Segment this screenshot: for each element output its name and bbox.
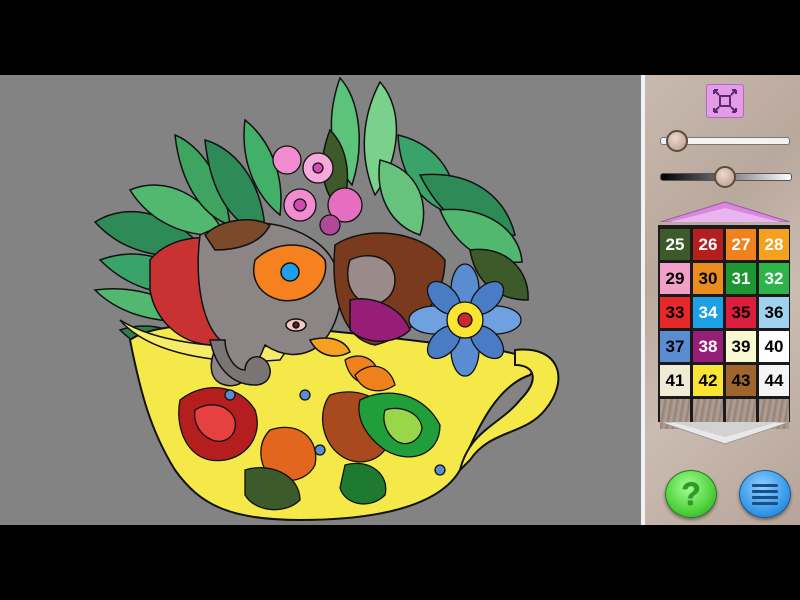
triangle-down-icon [659,421,791,445]
color-swatch-number: 30 [698,268,718,288]
color-swatch-42[interactable]: 42 [693,365,723,396]
fit-screen-icon [713,89,737,113]
color-swatch-number: 32 [764,268,784,288]
flower-center [293,198,307,212]
coloring-picture[interactable] [0,75,645,525]
elephant-headdress-jewel [280,262,300,282]
color-swatch-37[interactable]: 37 [660,331,690,362]
elephant-pupil [292,321,300,329]
color-swatch-number: 38 [698,336,718,356]
color-swatch-number: 42 [698,370,718,390]
color-swatch-34[interactable]: 34 [693,297,723,328]
flower-center [312,162,324,174]
menu-icon [752,483,778,505]
color-swatch-number: 43 [731,370,751,390]
color-swatch-number: 39 [731,336,751,356]
color-swatch-26[interactable]: 26 [693,229,723,260]
color-swatch-40[interactable]: 40 [759,331,789,362]
letterbox-top [0,0,800,75]
color-swatch-28[interactable]: 28 [759,229,789,260]
color-swatch-number: 28 [764,234,784,254]
brightness-slider-thumb[interactable] [713,166,736,188]
color-swatch-number: 25 [665,234,685,254]
color-swatch-35[interactable]: 35 [726,297,756,328]
color-swatch-29[interactable]: 29 [660,263,690,294]
color-swatch-25[interactable]: 25 [660,229,690,260]
brightness-slider[interactable] [660,166,792,188]
color-swatch-number: 34 [698,302,718,322]
color-swatch-36[interactable]: 36 [759,297,789,328]
color-palette: 25 26 27 28 29 30 31 32 33 34 35 36 37 38 39 40 41 42 43 44 [658,225,790,429]
color-swatch-41[interactable]: 41 [660,365,690,396]
color-swatch-number: 44 [764,370,784,390]
color-swatch-number: 29 [665,268,685,288]
pink-flower [272,145,302,175]
color-swatch-number: 26 [698,234,718,254]
help-button[interactable]: ? [665,470,717,518]
cup-dot [314,444,326,456]
cup-dot [299,389,311,401]
color-swatch-number: 36 [764,302,784,322]
color-swatch-number: 40 [764,336,784,356]
palette-scroll-down-button[interactable] [659,421,791,446]
color-swatch-number: 31 [731,268,751,288]
color-swatch-number: 33 [665,302,685,322]
color-swatch-43[interactable]: 43 [726,365,756,396]
color-swatch-38[interactable]: 38 [693,331,723,362]
coloring-canvas[interactable] [0,75,645,525]
triangle-up-icon [659,201,791,223]
color-swatch-44[interactable]: 44 [759,365,789,396]
menu-button[interactable] [739,470,791,518]
color-swatch-number: 27 [731,234,751,254]
fit-to-screen-button[interactable] [706,84,744,118]
color-swatch-39[interactable]: 39 [726,331,756,362]
color-swatch-number: 41 [665,370,685,390]
color-swatch-number: 37 [665,336,685,356]
palette-scroll-up-button[interactable] [659,200,791,223]
cup-dot [224,389,236,401]
pink-flower [319,214,341,236]
color-swatch-27[interactable]: 27 [726,229,756,260]
cup-dot [434,464,446,476]
zoom-slider[interactable] [660,130,790,152]
color-swatch-32[interactable]: 32 [759,263,789,294]
color-swatch-33[interactable]: 33 [660,297,690,328]
letterbox-bottom [0,525,800,600]
help-icon: ? [681,475,701,512]
color-swatch-31[interactable]: 31 [726,263,756,294]
color-swatch-30[interactable]: 30 [693,263,723,294]
color-swatch-number: 35 [731,302,751,322]
